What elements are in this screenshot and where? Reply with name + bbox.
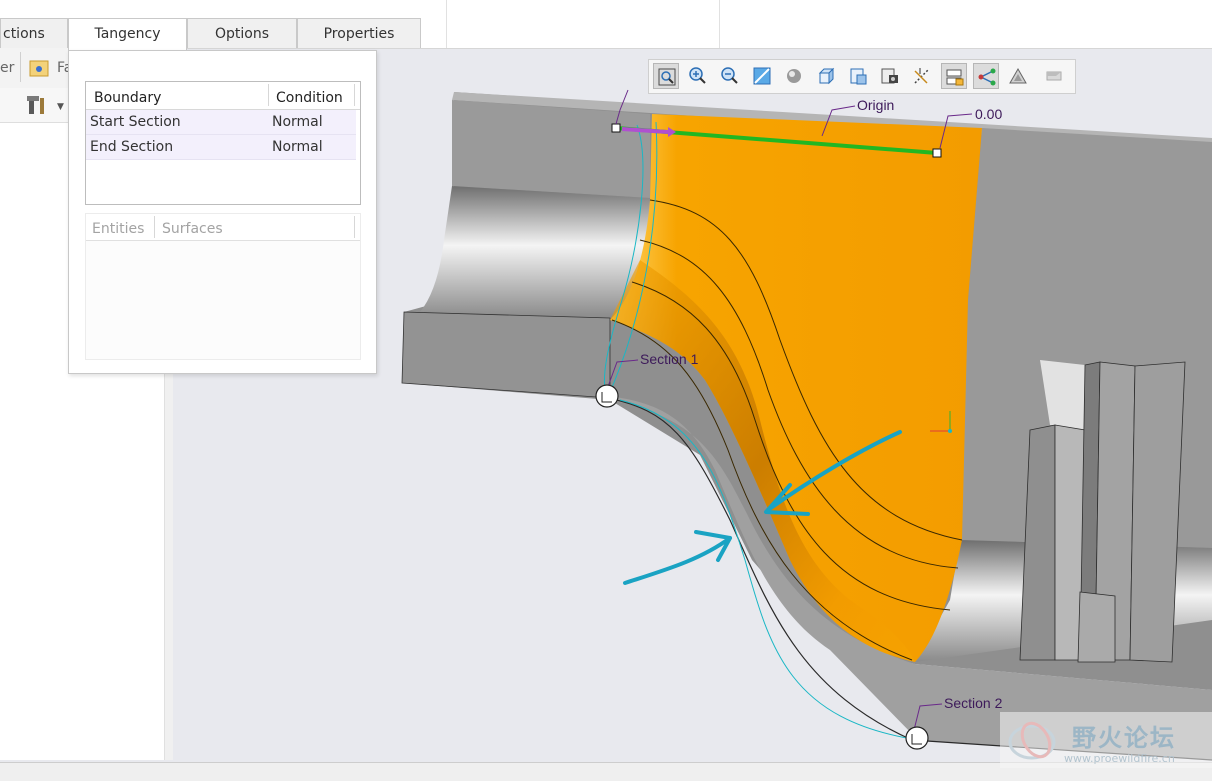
references-table: Entities Surfaces <box>85 213 361 360</box>
model-face <box>452 100 650 198</box>
column-header-condition[interactable]: Condition <box>276 82 343 109</box>
perspective-icon[interactable] <box>909 63 935 89</box>
condition-cell[interactable]: Normal <box>272 110 323 134</box>
forum-watermark: 野火论坛 www.proewildfire.cn <box>1000 712 1212 768</box>
forum-logo-icon <box>1008 721 1056 760</box>
spin-center-icon[interactable] <box>1005 63 1031 89</box>
column-divider <box>154 216 155 238</box>
section-2-label: Section 2 <box>944 695 1003 711</box>
origin-label: Origin <box>857 97 894 113</box>
zoom-in-icon[interactable] <box>685 63 711 89</box>
column-divider <box>268 84 269 106</box>
section-1-label: Section 1 <box>640 351 699 367</box>
column-header-surfaces: Surfaces <box>162 221 223 237</box>
boundary-condition-table: Boundary Condition Start Section Normal … <box>85 81 361 205</box>
watermark-url: www.proewildfire.cn <box>1064 752 1175 765</box>
table-header: Entities Surfaces <box>86 214 360 241</box>
tangency-panel: Boundary Condition Start Section Normal … <box>68 50 377 374</box>
watermark-text: 野火论坛 <box>1072 724 1176 752</box>
view-toolbar <box>648 59 1076 94</box>
section-2-marker[interactable] <box>905 726 929 750</box>
table-row[interactable]: End Section Normal <box>86 135 356 160</box>
value-label[interactable]: 0.00 <box>975 106 1002 122</box>
named-views-icon[interactable] <box>877 63 903 89</box>
refit-icon[interactable] <box>653 63 679 89</box>
annotation-arrow <box>623 536 732 585</box>
column-header-boundary[interactable]: Boundary <box>94 82 161 109</box>
column-divider <box>354 84 355 106</box>
table-row[interactable]: Start Section Normal <box>86 110 356 135</box>
condition-cell[interactable]: Normal <box>272 135 323 159</box>
column-header-entities: Entities <box>92 221 145 237</box>
drag-handle[interactable] <box>611 123 621 133</box>
zoom-out-icon[interactable] <box>717 63 743 89</box>
column-divider <box>354 216 355 238</box>
drag-handle[interactable] <box>932 148 942 158</box>
datum-display-filters-icon[interactable] <box>941 63 967 89</box>
model-step <box>401 311 611 399</box>
boundary-cell: Start Section <box>90 114 181 130</box>
table-header: Boundary Condition <box>86 82 360 110</box>
tab-tangency[interactable]: Tangency <box>68 18 187 50</box>
boundary-cell: End Section <box>90 139 174 155</box>
repaint-icon[interactable] <box>749 63 775 89</box>
section-1-marker[interactable] <box>595 384 619 408</box>
model-fillet <box>420 186 650 318</box>
saved-orientations-icon[interactable] <box>813 63 839 89</box>
display-style-icon[interactable] <box>781 63 807 89</box>
model-feature <box>1077 591 1116 663</box>
annotation-display-icon[interactable] <box>973 63 999 89</box>
appearance-icon[interactable] <box>1041 63 1067 89</box>
view-manager-icon[interactable] <box>845 63 871 89</box>
csys-origin <box>948 429 952 433</box>
